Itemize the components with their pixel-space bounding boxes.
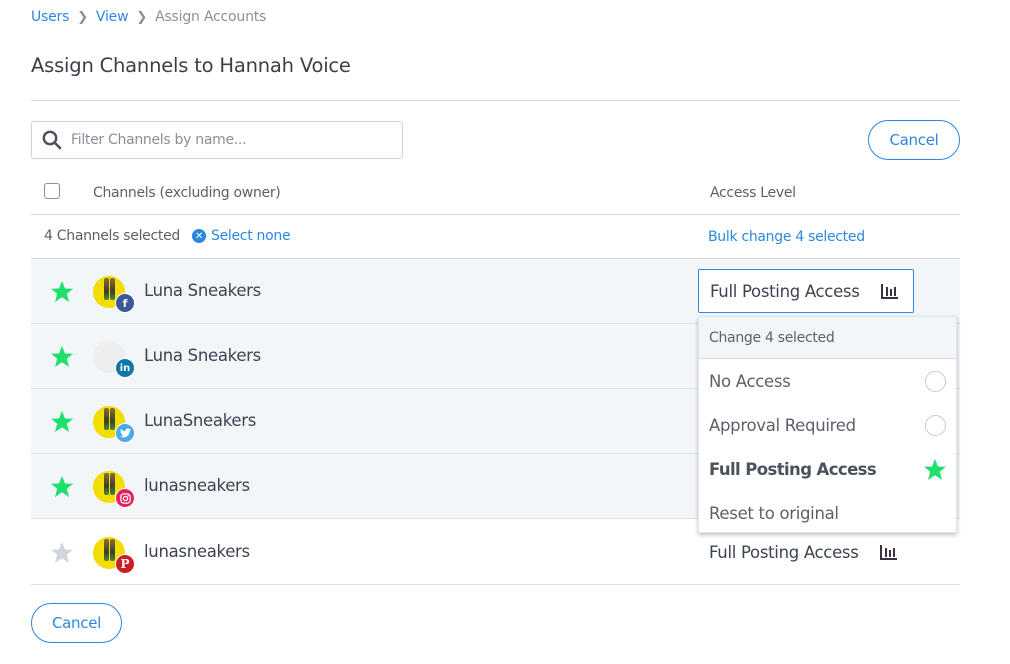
option-approval-required[interactable]: Approval Required: [699, 403, 956, 447]
option-label: Approval Required: [709, 415, 856, 435]
page-title: Assign Channels to Hannah Voice: [31, 54, 351, 77]
search-icon: [42, 130, 62, 150]
dropdown-header-prefix: Change: [709, 329, 761, 346]
breadcrumb-view[interactable]: View: [96, 9, 129, 25]
close-circle-icon: ✕: [192, 229, 206, 243]
breadcrumb: Users ❯ View ❯ Assign Accounts: [31, 9, 266, 25]
access-level-selected-value: Full Posting Access: [710, 281, 860, 301]
access-level-value[interactable]: Full Posting Access: [709, 543, 898, 562]
radio-icon: [925, 414, 946, 436]
instagram-icon: [115, 488, 135, 508]
select-all-checkbox[interactable]: [44, 183, 60, 199]
selected-count-label: Channels selected: [56, 228, 181, 244]
access-level-dropdown: Change 4 selected No Access Approval Req…: [698, 316, 957, 533]
cancel-button-bottom[interactable]: Cancel: [31, 603, 122, 643]
bulk-change-number: 4: [795, 229, 804, 245]
channel-name: Luna Sneakers: [144, 281, 261, 300]
cancel-button-top[interactable]: Cancel: [868, 120, 960, 160]
option-no-access[interactable]: No Access: [699, 359, 956, 403]
filter-channels-input[interactable]: [71, 132, 371, 148]
chevron-right-icon: ❯: [136, 9, 148, 25]
chevron-right-icon: ❯: [77, 9, 88, 25]
channel-name: lunasneakers: [144, 542, 250, 561]
access-level-label: Full Posting Access: [709, 543, 859, 562]
breadcrumb-users[interactable]: Users: [31, 9, 69, 25]
select-none-link[interactable]: ✕ Select none: [192, 228, 291, 244]
linkedin-icon: in: [115, 358, 135, 378]
twitter-icon: [115, 423, 135, 443]
bulk-change-link[interactable]: Bulk change 4 selected: [708, 229, 865, 245]
selected-count-number: 4: [44, 228, 53, 244]
column-header-access-level: Access Level: [710, 185, 796, 201]
table-header: Channels (excluding owner) Access Level: [31, 176, 960, 215]
star-icon[interactable]: [50, 541, 74, 564]
bulk-change-prefix: Bulk change: [708, 229, 792, 245]
facebook-icon: f: [115, 293, 135, 313]
star-icon[interactable]: [50, 345, 74, 368]
bulk-change-suffix: selected: [808, 229, 865, 245]
selection-summary-row: 4 Channels selected ✕ Select none Bulk c…: [31, 215, 960, 259]
column-header-channels: Channels (excluding owner): [93, 185, 281, 201]
option-reset-to-original[interactable]: Reset to original: [699, 491, 956, 535]
selected-count: 4 Channels selected: [44, 228, 180, 244]
star-icon: [924, 458, 946, 480]
pinterest-icon: P: [115, 554, 135, 574]
option-label: Reset to original: [709, 503, 839, 523]
channel-name: LunaSneakers: [144, 411, 257, 430]
access-level-select[interactable]: Full Posting Access: [698, 269, 914, 313]
breadcrumb-current: Assign Accounts: [155, 9, 267, 25]
star-icon[interactable]: [50, 280, 74, 303]
radio-icon: [925, 370, 946, 392]
option-label: Full Posting Access: [709, 459, 877, 479]
channel-name: lunasneakers: [144, 476, 250, 495]
option-label: No Access: [709, 371, 791, 391]
divider: [31, 100, 960, 101]
bar-chart-icon: [880, 283, 898, 299]
bar-chart-icon: [879, 545, 897, 560]
star-icon[interactable]: [50, 410, 74, 433]
option-full-posting-access[interactable]: Full Posting Access: [699, 447, 956, 491]
filter-channels-search[interactable]: [31, 121, 403, 159]
channel-name: Luna Sneakers: [144, 346, 261, 365]
dropdown-header-number: 4: [764, 329, 774, 346]
dropdown-header-suffix: selected: [777, 329, 835, 346]
dropdown-header: Change 4 selected: [699, 317, 956, 359]
star-icon[interactable]: [50, 475, 74, 498]
select-none-label: Select none: [211, 228, 291, 244]
